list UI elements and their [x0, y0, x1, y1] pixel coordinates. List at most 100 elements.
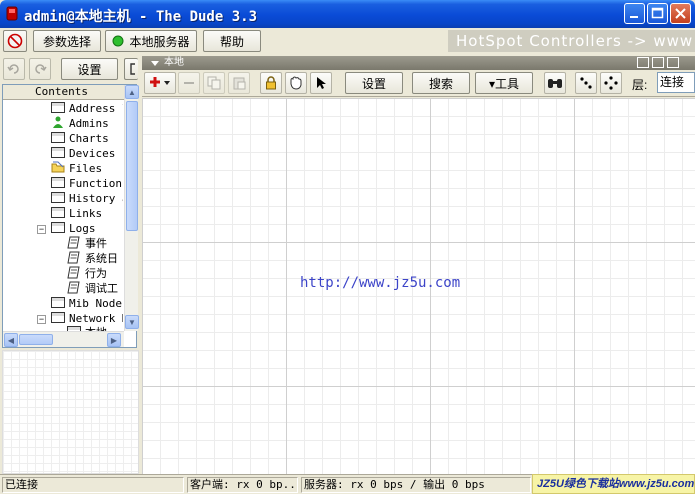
folder-icon [51, 161, 65, 173]
table-icon [51, 297, 65, 308]
user-icon [53, 116, 63, 128]
tree-item-mib-nodes[interactable]: Mib Nodes [51, 296, 123, 311]
paste-icon [233, 77, 246, 90]
preview-panel [2, 350, 139, 474]
table-icon [51, 312, 65, 323]
table-icon [51, 147, 65, 158]
table-icon [51, 102, 65, 113]
tree-header: Contents [3, 85, 124, 100]
select-pointer-button[interactable] [310, 72, 332, 94]
layer-select[interactable]: 连接 [657, 72, 695, 93]
map-settings-button[interactable]: 设置 [345, 72, 403, 94]
dots-circle-icon [604, 76, 618, 90]
scroll-right-button[interactable]: ▶ [107, 333, 121, 347]
hand-icon [290, 76, 302, 90]
pan-button[interactable] [285, 72, 307, 94]
minimize-button[interactable] [624, 3, 645, 24]
add-icon [150, 77, 170, 87]
left-toolbar: 设置 [0, 55, 140, 83]
client-traffic: 客户端: rx 0 bp... [187, 477, 298, 493]
tree-hscroll-thumb[interactable] [19, 334, 53, 345]
redo-icon [35, 64, 47, 74]
center-url-text: http://www.jz5u.com [300, 275, 461, 291]
disconnect-button[interactable] [3, 30, 27, 52]
map-minimize-button[interactable] [637, 57, 649, 68]
layout-button[interactable] [575, 72, 597, 94]
table-icon [51, 207, 65, 218]
tree-item-events[interactable]: 事件 [67, 236, 123, 251]
preferences-button[interactable]: 参数选择 [33, 30, 101, 52]
tree-item-debug[interactable]: 调试工 [67, 281, 123, 296]
log-icon [67, 266, 80, 279]
map-tab-title: 本地 [164, 57, 184, 68]
tree-item-network-maps[interactable]: Network M [51, 311, 123, 326]
site-badge: JZ5U绿色下载站www.jz5u.com [532, 474, 695, 494]
app-icon [6, 6, 18, 21]
server-status-icon [112, 35, 124, 47]
layer-label: 层: [632, 78, 648, 92]
tools-dropdown-button[interactable]: ▾工具 [475, 72, 533, 94]
copy-button[interactable] [203, 72, 225, 94]
lock-button[interactable] [260, 72, 282, 94]
tree-item-files[interactable]: Files [51, 161, 123, 176]
paste-button[interactable] [228, 72, 250, 94]
minus-icon [184, 82, 194, 84]
close-icon [675, 8, 686, 19]
table-icon [51, 177, 65, 188]
tree-vertical-scrollbar[interactable]: ▲ ▼ [124, 85, 139, 331]
maximize-icon [651, 7, 664, 19]
network-maps-expander[interactable]: − [37, 315, 46, 324]
log-icon [67, 236, 80, 249]
tree-item-logs[interactable]: Logs [51, 221, 123, 236]
tree-item-admins[interactable]: Admins [51, 116, 123, 131]
tree-item-links[interactable]: Links [51, 206, 123, 221]
pointer-icon [317, 77, 326, 89]
log-icon [67, 251, 80, 264]
lock-icon [266, 76, 276, 90]
title-bar[interactable]: admin@本地主机 - The Dude 3.3 [0, 0, 695, 28]
hotspot-banner[interactable]: HotSpot Controllers -> www [448, 30, 695, 52]
help-button[interactable]: 帮助 [203, 30, 261, 52]
add-button[interactable] [144, 72, 176, 94]
scroll-up-button[interactable]: ▲ [125, 85, 139, 99]
tree-horizontal-scrollbar[interactable]: ◀ ▶ [3, 331, 124, 347]
bracket-icon [129, 63, 135, 75]
collapse-button[interactable] [124, 58, 138, 80]
scroll-down-button[interactable]: ▼ [125, 315, 139, 329]
contents-tree[interactable]: Contents Address l Admins Charts Devices… [2, 84, 139, 348]
map-search-button[interactable]: 搜索 [412, 72, 470, 94]
tree-item-functions[interactable]: Functions [51, 176, 123, 191]
scroll-left-button[interactable]: ◀ [4, 333, 18, 347]
binoculars-icon [548, 79, 562, 88]
map-maximize-button[interactable] [667, 57, 679, 68]
remove-button[interactable] [178, 72, 200, 94]
undo-icon [7, 64, 19, 74]
window-title: admin@本地主机 - The Dude 3.3 [24, 9, 258, 25]
minimize-icon [630, 16, 638, 18]
log-icon [67, 281, 80, 294]
map-restore-button[interactable] [652, 57, 664, 68]
disconnect-icon [7, 33, 23, 49]
dots-diagonal-icon [580, 77, 592, 89]
map-toolbar: 设置 搜索 ▾工具 层: 连接 [142, 70, 695, 97]
tree-item-address-list[interactable]: Address l [51, 101, 123, 116]
find-button[interactable] [544, 72, 566, 94]
arrange-button[interactable] [600, 72, 622, 94]
undo-button[interactable] [3, 58, 25, 80]
map-canvas[interactable]: http://www.jz5u.com [142, 98, 695, 474]
dropdown-arrow-icon[interactable] [150, 59, 160, 69]
close-button[interactable] [670, 3, 691, 24]
redo-button[interactable] [29, 58, 51, 80]
local-server-button[interactable]: 本地服务器 [105, 30, 197, 52]
tree-scroll-thumb[interactable] [126, 101, 138, 231]
logs-expander[interactable]: − [37, 225, 46, 234]
table-icon [51, 222, 65, 233]
maximize-button[interactable] [647, 3, 668, 24]
tree-item-history[interactable]: History a [51, 191, 123, 206]
server-traffic: 服务器: rx 0 bps / 输出 0 bps [301, 477, 531, 493]
tree-item-devices[interactable]: Devices [51, 146, 123, 161]
tree-item-actions[interactable]: 行为 [67, 266, 123, 281]
tree-item-charts[interactable]: Charts [51, 131, 123, 146]
left-settings-button[interactable]: 设置 [61, 58, 118, 80]
tree-item-syslog[interactable]: 系统日 [67, 251, 123, 266]
